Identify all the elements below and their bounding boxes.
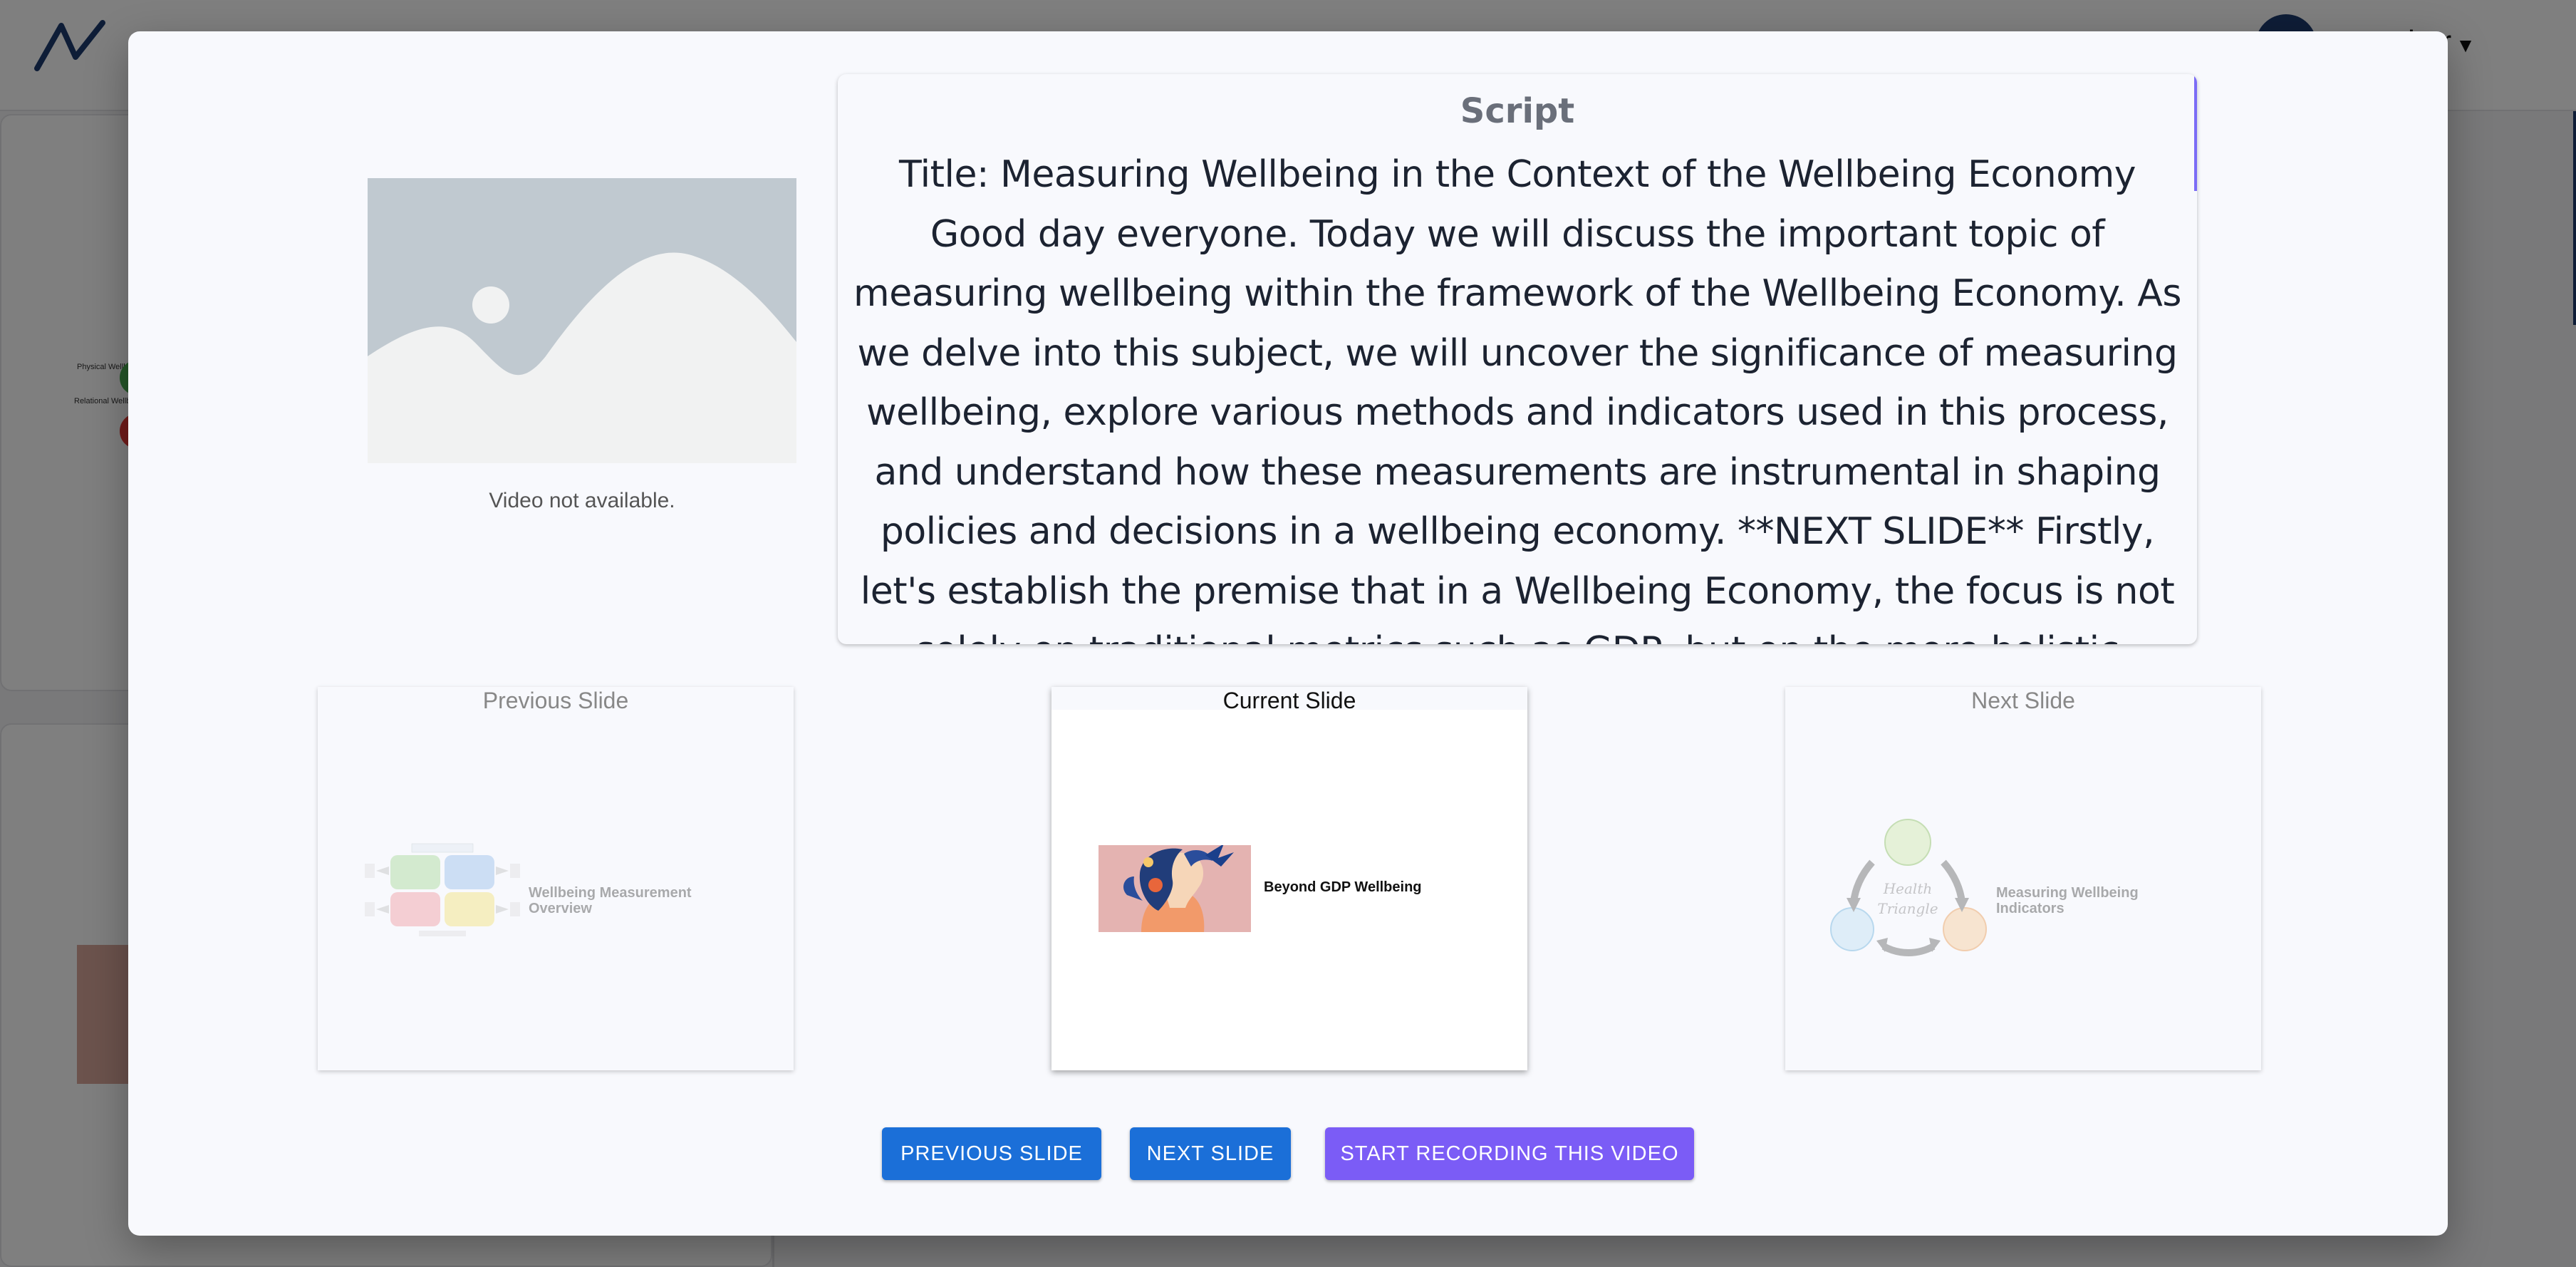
diagram-word: Triangle [1877,900,1938,917]
woman-profile-illustration-icon [1099,845,1251,932]
script-text: Title: Measuring Wellbeing in the Contex… [853,153,2181,644]
diagram-word: Health [1883,880,1933,897]
health-triangle-diagram-icon: Health Triangle [1830,819,1987,956]
measurement-quadrant-diagram-icon [365,843,520,936]
previous-slide-preview: Wellbeing Measurement Overview [318,710,794,1070]
next-slide-preview: Health Triangle Measuring Wellbeing Indi… [1785,710,2261,1070]
script-panel[interactable]: Script Title: Measuring Wellbeing in the… [838,74,2197,644]
script-scrollbar[interactable] [2194,74,2197,191]
previous-slide-title: Wellbeing Measurement Overview [529,885,692,916]
current-slide-preview: Beyond GDP Wellbeing [1051,710,1527,1070]
image-placeholder-icon [368,178,796,463]
script-title: Script [1460,91,1575,131]
record-video-modal: Video not available. Script Title: Measu… [128,31,2448,1236]
next-slide-title: Measuring Wellbeing Indicators [1996,885,2139,916]
next-slide-button[interactable]: NEXT SLIDE [1130,1127,1291,1180]
start-recording-button[interactable]: START RECORDING THIS VIDEO [1325,1127,1694,1180]
current-slide-title: Beyond GDP Wellbeing [1264,879,1422,895]
current-slide-card[interactable]: Current Slide Beyond GDP Wellbeing [1051,687,1527,1070]
previous-slide-button[interactable]: PREVIOUS SLIDE [882,1127,1101,1180]
current-slide-label: Current Slide [1051,687,1527,713]
video-placeholder [368,178,796,463]
next-slide-label: Next Slide [1785,687,2261,713]
previous-slide-card[interactable]: Previous Slide Wellbeing Measurement Ove… [318,687,794,1070]
next-slide-card[interactable]: Next Slide Health Triangle Measuring Wel… [1785,687,2261,1070]
video-unavailable-text: Video not available. [489,489,675,512]
previous-slide-label: Previous Slide [318,687,794,713]
